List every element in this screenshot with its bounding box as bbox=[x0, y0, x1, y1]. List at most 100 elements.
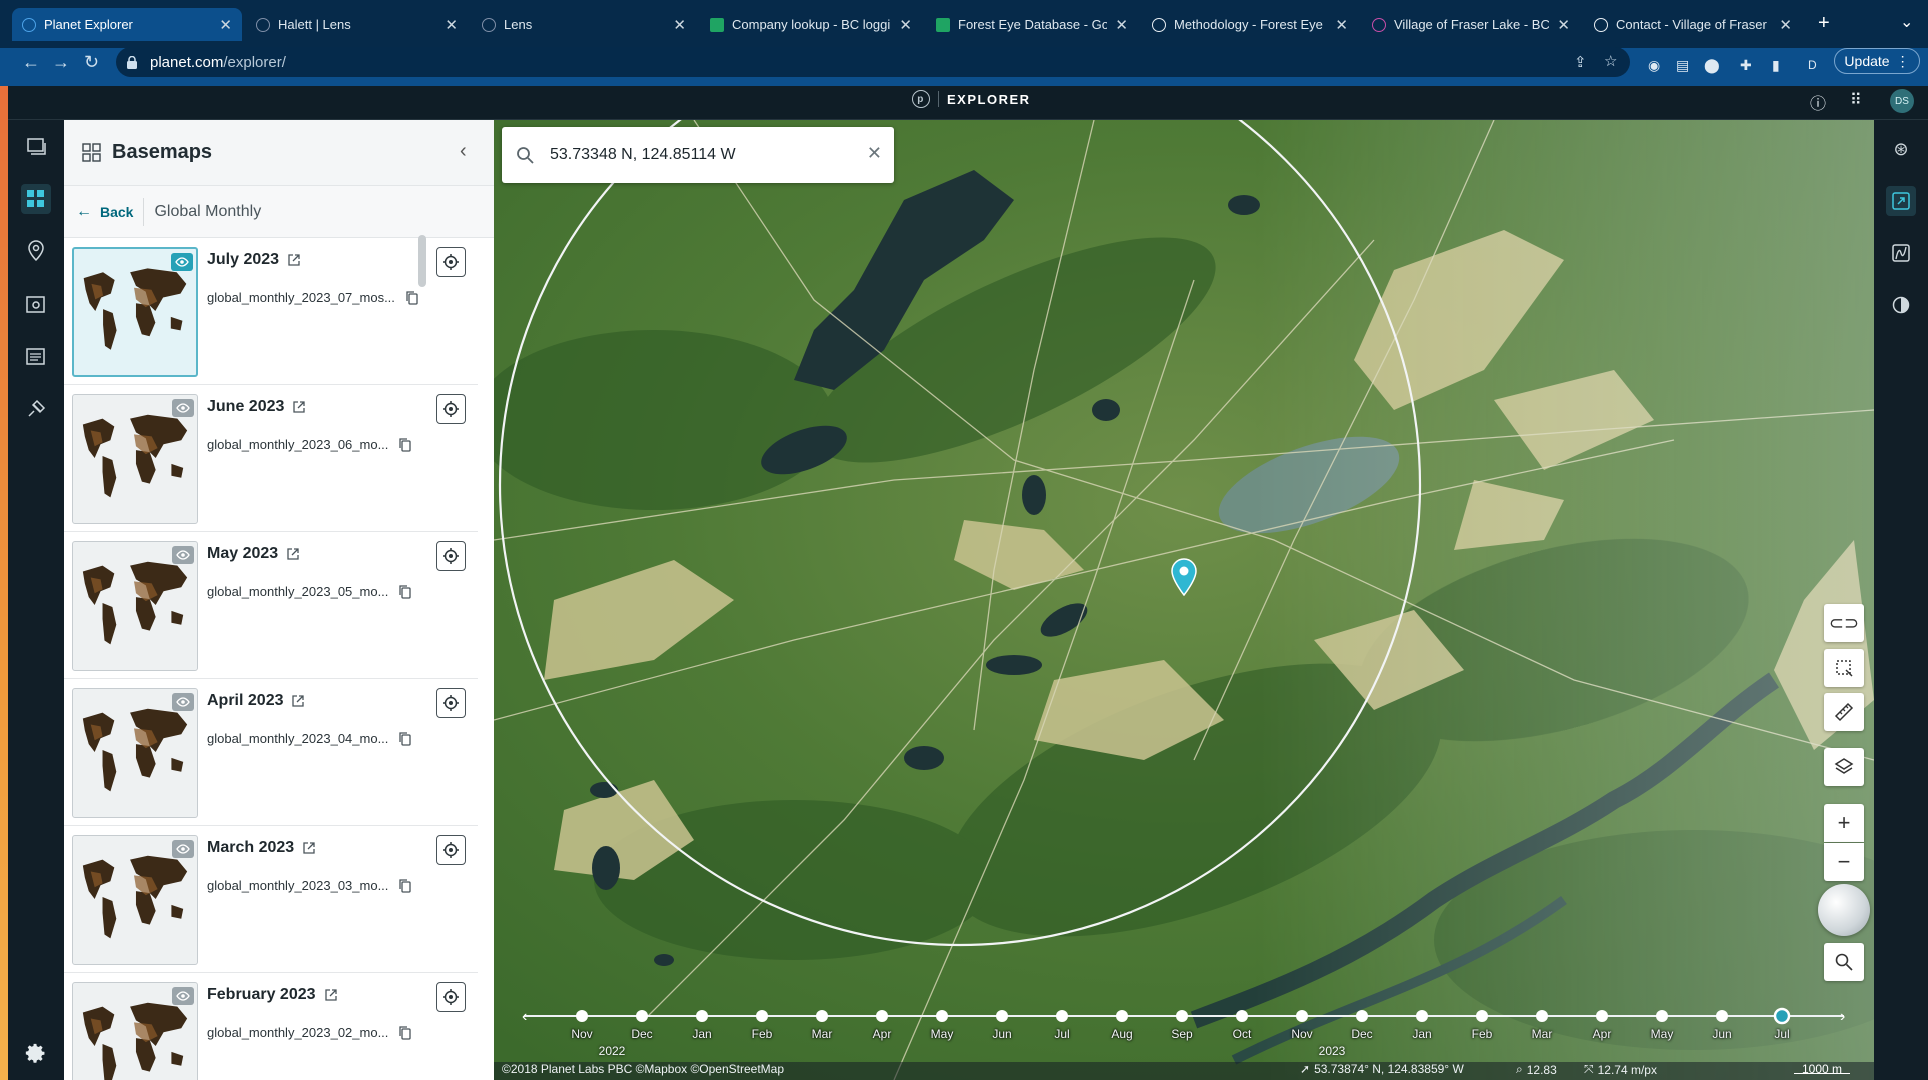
basemap-list-item[interactable]: February 2023 global_monthly_2023_02_mo..… bbox=[64, 973, 478, 1080]
timeline-month-dot[interactable] bbox=[1716, 1010, 1728, 1022]
eye-icon[interactable] bbox=[172, 840, 194, 858]
nav-map-search-icon[interactable] bbox=[21, 290, 51, 320]
browser-tab[interactable]: Company lookup - BC loggi ✕ bbox=[700, 8, 922, 41]
open-external-icon[interactable] bbox=[287, 253, 301, 267]
open-external-icon[interactable] bbox=[291, 694, 305, 708]
back-arrow-icon[interactable]: ← bbox=[22, 52, 40, 72]
settings-gear-icon[interactable] bbox=[24, 1042, 46, 1064]
close-tab-icon[interactable]: ✕ bbox=[673, 16, 686, 34]
locate-basemap-button[interactable] bbox=[436, 982, 466, 1012]
open-external-icon[interactable] bbox=[302, 841, 316, 855]
extension-generic-icon[interactable]: ⬤ bbox=[1704, 57, 1720, 74]
nav-orders-icon[interactable] bbox=[21, 342, 51, 372]
nav-tasking-icon[interactable] bbox=[21, 394, 51, 424]
export-icon[interactable] bbox=[1886, 186, 1916, 216]
open-external-icon[interactable] bbox=[286, 547, 300, 561]
zoom-to-button[interactable] bbox=[1824, 943, 1864, 981]
open-external-icon[interactable] bbox=[324, 988, 338, 1002]
eye-icon[interactable] bbox=[172, 693, 194, 711]
copy-icon[interactable] bbox=[398, 1025, 412, 1040]
timeline-month-dot[interactable] bbox=[1116, 1010, 1128, 1022]
locate-basemap-button[interactable] bbox=[436, 688, 466, 718]
extension-docs-icon[interactable]: ▤ bbox=[1676, 57, 1689, 74]
nav-layers-icon[interactable] bbox=[21, 132, 51, 162]
close-tab-icon[interactable]: ✕ bbox=[1557, 16, 1570, 34]
zoom-in-button[interactable]: + bbox=[1824, 804, 1864, 842]
locate-basemap-button[interactable] bbox=[436, 835, 466, 865]
locate-basemap-button[interactable] bbox=[436, 541, 466, 571]
basemap-thumbnail[interactable] bbox=[72, 688, 198, 818]
timeline-month-dot[interactable] bbox=[1536, 1010, 1548, 1022]
basemap-thumbnail[interactable] bbox=[72, 541, 198, 671]
close-tab-icon[interactable]: ✕ bbox=[1335, 16, 1348, 34]
extension-1password-icon[interactable]: ◉ bbox=[1648, 57, 1660, 74]
reload-icon[interactable]: ↻ bbox=[84, 52, 99, 72]
timeline-month-dot[interactable] bbox=[636, 1010, 648, 1022]
profile-icon[interactable]: D bbox=[1808, 58, 1817, 72]
timeline-month-dot[interactable] bbox=[1416, 1010, 1428, 1022]
update-button[interactable]: Update ⋮ bbox=[1834, 48, 1920, 74]
timeline-month-dot[interactable] bbox=[696, 1010, 708, 1022]
address-bar[interactable]: planet.com/explorer/ ⇪ ☆ bbox=[116, 47, 1630, 77]
measure-button[interactable] bbox=[1824, 693, 1864, 731]
analytics-icon[interactable]: ⊛ bbox=[1886, 134, 1916, 164]
basemap-thumbnail[interactable] bbox=[72, 982, 198, 1080]
location-pin-icon[interactable] bbox=[1170, 558, 1198, 596]
tab-search-icon[interactable]: ⌄ bbox=[1900, 12, 1913, 32]
browser-tab[interactable]: Planet Explorer ✕ bbox=[12, 8, 242, 41]
new-tab-button[interactable]: + bbox=[1818, 12, 1830, 35]
basemap-list-item[interactable]: April 2023 global_monthly_2023_04_mo... bbox=[64, 679, 478, 826]
locate-basemap-button[interactable] bbox=[436, 394, 466, 424]
timeline-month-dot[interactable] bbox=[816, 1010, 828, 1022]
browser-tab[interactable]: Halett | Lens ✕ bbox=[246, 8, 468, 41]
timeline-month-dot[interactable] bbox=[1236, 1010, 1248, 1022]
share-link-button[interactable]: ⊂⊃ bbox=[1824, 604, 1864, 642]
forward-arrow-icon[interactable]: → bbox=[52, 52, 70, 72]
back-button[interactable]: ← Back bbox=[76, 197, 145, 226]
bookmark-star-icon[interactable]: ☆ bbox=[1604, 52, 1617, 70]
share-icon[interactable]: ⇪ bbox=[1574, 53, 1587, 71]
contrast-icon[interactable] bbox=[1886, 290, 1916, 320]
timeline-month-dot[interactable] bbox=[1056, 1010, 1068, 1022]
nav-basemaps-icon[interactable] bbox=[21, 184, 51, 214]
avatar[interactable]: DS bbox=[1890, 89, 1914, 113]
search-box[interactable]: 53.73348 N, 124.85114 W ✕ bbox=[502, 127, 894, 183]
eye-icon[interactable] bbox=[172, 399, 194, 417]
basemap-thumbnail[interactable] bbox=[72, 394, 198, 524]
zoom-out-button[interactable]: − bbox=[1824, 843, 1864, 881]
browser-tab[interactable]: Lens ✕ bbox=[472, 8, 696, 41]
timeline-next-icon[interactable]: › bbox=[1840, 1008, 1845, 1025]
eye-icon[interactable] bbox=[171, 253, 193, 271]
timeline-month-dot[interactable] bbox=[1476, 1010, 1488, 1022]
panel-scrollbar[interactable] bbox=[418, 235, 426, 287]
search-input[interactable]: 53.73348 N, 124.85114 W bbox=[550, 146, 736, 164]
open-external-icon[interactable] bbox=[292, 400, 306, 414]
close-tab-icon[interactable]: ✕ bbox=[219, 16, 232, 34]
apps-grid-icon[interactable]: ⠿ bbox=[1850, 90, 1862, 110]
timeline-month-dot[interactable] bbox=[1176, 1010, 1188, 1022]
copy-icon[interactable] bbox=[398, 878, 412, 893]
nav-places-icon[interactable] bbox=[21, 236, 51, 266]
timeline-month-dot[interactable] bbox=[936, 1010, 948, 1022]
timeline-month-dot[interactable] bbox=[1773, 1007, 1791, 1025]
copy-icon[interactable] bbox=[398, 731, 412, 746]
copy-icon[interactable] bbox=[398, 584, 412, 599]
basemap-list-item[interactable]: May 2023 global_monthly_2023_05_mo... bbox=[64, 532, 478, 679]
timeline-month-dot[interactable] bbox=[756, 1010, 768, 1022]
side-panel-icon[interactable]: ▮ bbox=[1772, 57, 1780, 74]
basemap-thumbnail[interactable] bbox=[72, 835, 198, 965]
copy-icon[interactable] bbox=[398, 437, 412, 452]
copy-icon[interactable] bbox=[405, 290, 419, 305]
extensions-puzzle-icon[interactable]: ✚ bbox=[1740, 57, 1752, 74]
browser-tab[interactable]: Village of Fraser Lake - BC / ✕ bbox=[1362, 8, 1580, 41]
draw-area-button[interactable] bbox=[1824, 649, 1864, 687]
timeline-month-dot[interactable] bbox=[1296, 1010, 1308, 1022]
timeline-prev-icon[interactable]: ‹ bbox=[522, 1008, 527, 1025]
timeline-month-dot[interactable] bbox=[1656, 1010, 1668, 1022]
eye-icon[interactable] bbox=[172, 546, 194, 564]
satellite-map[interactable] bbox=[494, 120, 1874, 1080]
close-tab-icon[interactable]: ✕ bbox=[445, 16, 458, 34]
help-icon[interactable]: ⓘ bbox=[1810, 90, 1826, 114]
globe-view-icon[interactable] bbox=[1818, 884, 1870, 936]
basemap-list-item[interactable]: June 2023 global_monthly_2023_06_mo... bbox=[64, 385, 478, 532]
